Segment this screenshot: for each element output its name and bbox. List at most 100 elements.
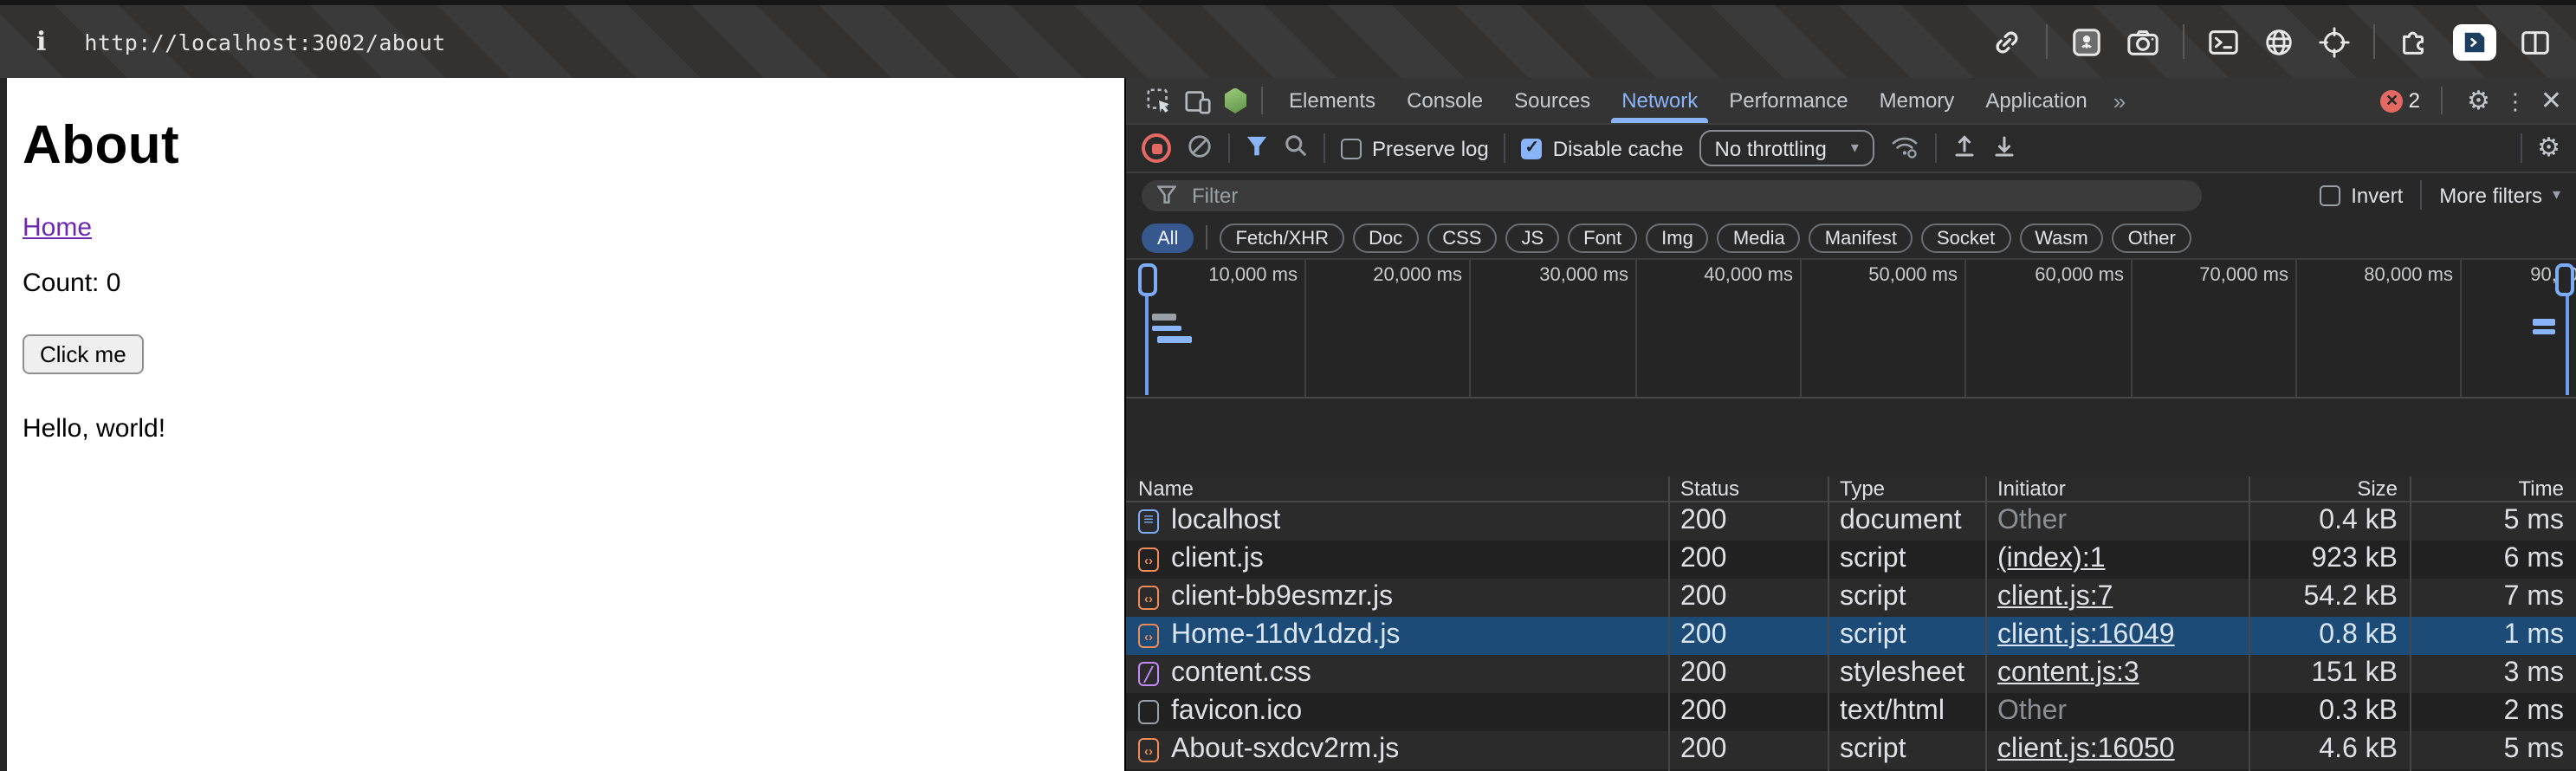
network-overview-timeline[interactable]: 10,000 ms 20,000 ms 30,000 ms 40,000 ms …	[1126, 260, 2576, 398]
overview-left-handle[interactable]	[1138, 263, 1157, 296]
request-status: 200	[1680, 735, 1727, 764]
request-initiator[interactable]: client.js:7	[1985, 582, 2249, 613]
tab-sources[interactable]: Sources	[1498, 79, 1606, 122]
request-time: 2 ms	[2503, 696, 2564, 726]
tab-application[interactable]: Application	[1970, 79, 2102, 122]
selection-right-edge[interactable]	[2566, 288, 2569, 395]
request-type: text/html	[1840, 696, 1945, 726]
disable-cache-checkbox[interactable]: Disable cache	[1521, 136, 1684, 160]
home-link[interactable]: Home	[23, 213, 92, 243]
import-har-icon[interactable]	[1952, 133, 1977, 164]
table-row-selected[interactable]: Home-11dv1dzd.js 200 script client.js:16…	[1126, 617, 2576, 655]
request-type: script	[1840, 735, 1906, 764]
timeline-gridline	[2131, 260, 2133, 397]
filter-funnel-icon[interactable]	[1246, 134, 1268, 162]
extension-gem-icon[interactable]	[1216, 81, 1254, 120]
table-header-row: Name Status Type Initiator Size Time	[1126, 476, 2576, 502]
filter-input-pill[interactable]	[1142, 179, 2202, 211]
inspect-element-icon[interactable]	[1140, 81, 1178, 120]
page-content: About Home Count: 0 Click me Hello, worl…	[0, 78, 1123, 771]
network-requests-table: Name Status Type Initiator Size Time loc…	[1124, 476, 2576, 771]
waterfall-bar-blue	[1152, 325, 1181, 331]
clear-network-log-icon[interactable]	[1187, 133, 1213, 164]
request-initiator[interactable]: (index):1	[1985, 544, 2249, 575]
device-toolbar-icon[interactable]	[1178, 81, 1216, 120]
tab-performance[interactable]: Performance	[1713, 79, 1863, 122]
chip-wasm[interactable]: Wasm	[2019, 223, 2104, 252]
header-name[interactable]: Name	[1126, 476, 1668, 501]
request-name: client-bb9esmzr.js	[1171, 582, 1394, 612]
titlebar-actions	[1990, 23, 2576, 60]
chip-img[interactable]: Img	[1646, 223, 1709, 252]
header-status[interactable]: Status	[1668, 476, 1828, 501]
devtools-active-icon[interactable]	[2453, 23, 2496, 60]
header-type[interactable]: Type	[1828, 476, 1985, 501]
request-initiator[interactable]: content.js:3	[1985, 658, 2249, 690]
table-row[interactable]: favicon.ico 200 text/html Other 0.3 kB 2…	[1126, 693, 2576, 731]
chip-other[interactable]: Other	[2112, 223, 2191, 252]
table-row[interactable]: content.css 200 stylesheet content.js:3 …	[1126, 655, 2576, 693]
preserve-log-checkbox[interactable]: Preserve log	[1341, 136, 1489, 160]
target-crosshair-icon[interactable]	[2318, 25, 2351, 58]
extensions-puzzle-icon[interactable]	[2398, 25, 2430, 58]
record-network-log-button[interactable]	[1142, 133, 1171, 163]
split-panel-icon[interactable]	[2519, 25, 2552, 58]
tabbar-divider	[1261, 87, 1263, 114]
network-settings-gear-icon[interactable]: ⚙	[2537, 135, 2560, 161]
timeline-gridline	[2460, 260, 2462, 397]
request-size: 54.2 kB	[2303, 582, 2398, 612]
request-status: 200	[1680, 506, 1727, 535]
filter-input[interactable]	[1188, 181, 2186, 209]
page-info-icon[interactable]: i	[36, 26, 46, 57]
overview-right-handle[interactable]	[2555, 263, 2574, 296]
chip-socket[interactable]: Socket	[1920, 223, 2011, 252]
tab-memory[interactable]: Memory	[1864, 79, 1971, 122]
throttling-select[interactable]: No throttling ▾	[1699, 130, 1874, 166]
more-filters-button[interactable]: More filters ▾	[2439, 183, 2560, 207]
devtools-settings-gear-icon[interactable]: ⚙	[2467, 87, 2490, 113]
export-har-icon[interactable]	[1992, 133, 2016, 164]
chip-media[interactable]: Media	[1717, 223, 1801, 252]
globe-icon[interactable]	[2262, 25, 2295, 58]
header-time[interactable]: Time	[2410, 476, 2576, 501]
search-icon[interactable]	[1284, 133, 1308, 163]
devtools-menu-kebab-icon[interactable]: ⋮	[2504, 89, 2527, 112]
request-size: 4.6 kB	[2319, 735, 2398, 764]
tab-elements[interactable]: Elements	[1273, 79, 1391, 122]
chip-doc[interactable]: Doc	[1353, 223, 1419, 252]
toolbar-divider	[1324, 133, 1325, 163]
click-me-button[interactable]: Click me	[23, 334, 144, 374]
address-url[interactable]: http://localhost:3002/about	[84, 29, 445, 55]
chip-font[interactable]: Font	[1568, 223, 1638, 252]
timeline-tick: 50,000 ms	[1868, 265, 1958, 286]
table-row[interactable]: localhost 200 document Other 0.4 kB 5 ms	[1126, 502, 2576, 541]
timeline-tick: 10,000 ms	[1208, 265, 1298, 286]
chip-manifest[interactable]: Manifest	[1809, 223, 1913, 252]
screenshot-camera-icon[interactable]	[2126, 25, 2160, 58]
more-tabs-icon[interactable]: »	[2103, 87, 2136, 113]
chip-js[interactable]: JS	[1505, 223, 1560, 252]
devtools-close-icon[interactable]: ✕	[2540, 87, 2562, 113]
tab-network[interactable]: Network	[1606, 79, 1713, 122]
chip-all[interactable]: All	[1142, 223, 1194, 252]
table-row[interactable]: About-sxdcv2rm.js 200 script client.js:1…	[1126, 731, 2576, 769]
chip-css[interactable]: CSS	[1427, 223, 1498, 252]
table-row[interactable]: client.js 200 script (index):1 923 kB 6 …	[1126, 541, 2576, 579]
selection-left-edge[interactable]	[1145, 288, 1149, 395]
network-conditions-icon[interactable]	[1890, 133, 1919, 164]
error-badge[interactable]: ✕ 2	[2380, 88, 2420, 113]
request-type: script	[1840, 620, 1906, 650]
chevron-down-icon: ▾	[2552, 185, 2560, 203]
invert-checkbox[interactable]: Invert	[2320, 183, 2403, 207]
share-link-icon[interactable]	[1990, 25, 2023, 58]
header-size[interactable]: Size	[2249, 476, 2410, 501]
tab-console[interactable]: Console	[1391, 79, 1498, 122]
request-initiator[interactable]: client.js:16049	[1985, 620, 2249, 651]
terminal-icon[interactable]	[2207, 25, 2240, 58]
timeline-tick: 40,000 ms	[1704, 265, 1793, 286]
image-capture-icon[interactable]	[2070, 25, 2103, 58]
header-initiator[interactable]: Initiator	[1985, 476, 2249, 501]
table-row[interactable]: client-bb9esmzr.js 200 script client.js:…	[1126, 579, 2576, 617]
request-initiator[interactable]: client.js:16050	[1985, 735, 2249, 766]
chip-fetch-xhr[interactable]: Fetch/XHR	[1220, 223, 1345, 252]
